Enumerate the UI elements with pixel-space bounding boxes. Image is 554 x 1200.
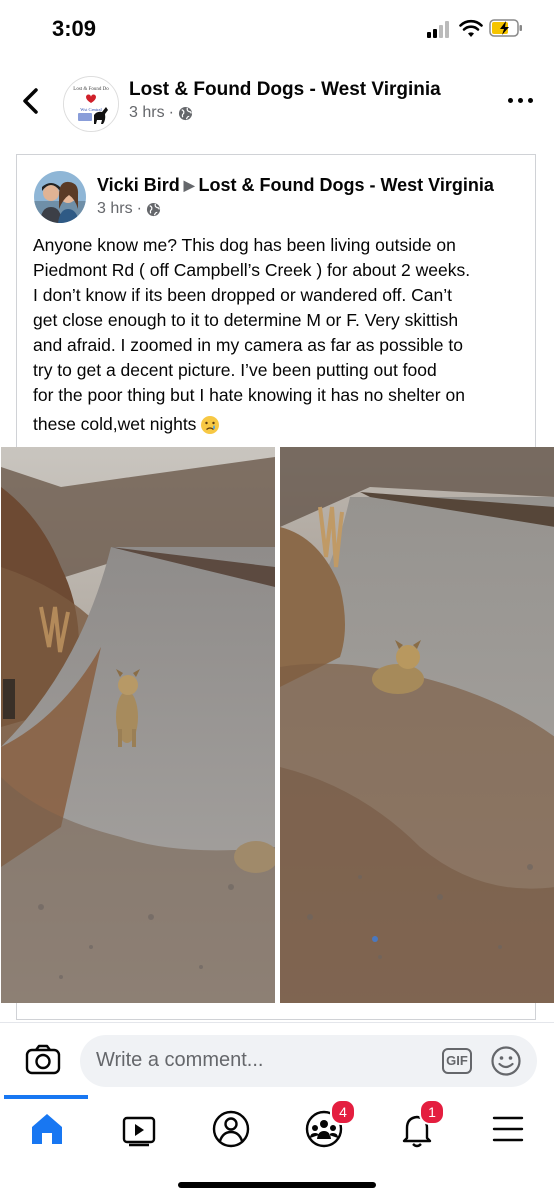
post-text-line: try to get a decent picture. I’ve been p…	[33, 360, 437, 380]
nav-watch[interactable]	[117, 1109, 161, 1149]
comment-bar: Write a comment... GIF	[0, 1022, 554, 1098]
page-post-meta: 3 hrs ·	[129, 104, 193, 122]
video-icon	[122, 1116, 156, 1147]
page-post-time[interactable]: 3 hrs	[129, 104, 165, 122]
page-title[interactable]: Lost & Found Dogs - West Virginia	[129, 79, 441, 101]
post-text: Anyone know me? This dog has been living…	[33, 233, 525, 437]
author-avatar[interactable]	[34, 171, 86, 223]
post-text-line: for the poor thing but I hate knowing it…	[33, 385, 465, 405]
home-indicator	[178, 1182, 376, 1188]
post-meta: 3 hrs ·	[97, 200, 161, 218]
post-text-line: get close enough to it to determine M or…	[33, 310, 459, 330]
globe-icon	[178, 106, 192, 120]
svg-text:Wst Central: Wst Central	[80, 107, 102, 112]
home-icon	[32, 1114, 62, 1144]
more-options-icon[interactable]	[508, 98, 534, 106]
nav-groups[interactable]: 4	[302, 1099, 356, 1149]
post-text-line: Anyone know me? This dog has been living…	[33, 235, 456, 255]
author-name[interactable]: Vicki Bird	[97, 175, 180, 195]
crying-face-emoji-icon	[201, 416, 220, 435]
post-photo-right[interactable]	[280, 447, 554, 1003]
post-card: Vicki Bird ▶ Lost & Found Dogs - West Virg…	[1, 154, 554, 1020]
svg-text:Lost & Found Do: Lost & Found Do	[73, 87, 109, 92]
meta-separator: ·	[168, 104, 174, 121]
notifications-badge: 1	[419, 1099, 445, 1125]
shared-to-arrow-icon: ▶	[183, 177, 195, 193]
cellular-signal-icon	[427, 20, 453, 38]
status-time: 3:09	[52, 16, 97, 41]
comment-input[interactable]: Write a comment... GIF	[80, 1035, 537, 1087]
back-arrow-icon[interactable]	[18, 86, 44, 116]
emoji-icon[interactable]	[490, 1045, 522, 1077]
post-time[interactable]: 3 hrs	[97, 200, 133, 218]
camera-icon[interactable]	[25, 1043, 61, 1075]
globe-icon	[146, 202, 160, 216]
target-page-name[interactable]: Lost & Found Dogs - West Virginia	[199, 175, 494, 195]
dog-on-tracks-photo	[1, 447, 275, 1003]
nav-home[interactable]	[25, 1109, 69, 1149]
post-author-line: Vicki Bird ▶ Lost & Found Dogs - West Virg…	[97, 175, 494, 196]
post-photo-left[interactable]	[1, 447, 275, 1003]
page-header: Lost & Found Do Wst Central Lost & Found…	[0, 62, 554, 142]
battery-charging-icon	[489, 19, 522, 37]
groups-badge: 4	[330, 1099, 356, 1125]
nav-profile[interactable]	[209, 1109, 253, 1149]
meta-separator: ·	[136, 200, 142, 217]
profile-icon	[212, 1110, 250, 1148]
post-text-line: I don’t know if its been dropped or wand…	[33, 285, 452, 305]
menu-icon	[492, 1116, 524, 1142]
page-avatar[interactable]: Lost & Found Do Wst Central	[63, 76, 119, 132]
post-text-line: Piedmont Rd ( off Campbell’s Creek ) for…	[33, 260, 471, 280]
active-tab-indicator	[4, 1095, 88, 1099]
author-photo	[34, 171, 86, 223]
post-text-line: these cold,wet nights	[33, 414, 197, 434]
nav-menu[interactable]	[486, 1109, 530, 1149]
page-logo-icon: Lost & Found Do Wst Central	[64, 77, 118, 131]
status-bar: 3:09	[0, 0, 554, 60]
post-text-line: and afraid. I zoomed in my camera as far…	[33, 335, 463, 355]
comment-placeholder: Write a comment...	[96, 1049, 264, 1071]
dog-on-tracks-photo	[280, 447, 554, 1003]
wifi-icon	[459, 19, 483, 37]
gif-icon[interactable]: GIF	[442, 1048, 472, 1074]
nav-notifications[interactable]: 1	[395, 1099, 445, 1149]
